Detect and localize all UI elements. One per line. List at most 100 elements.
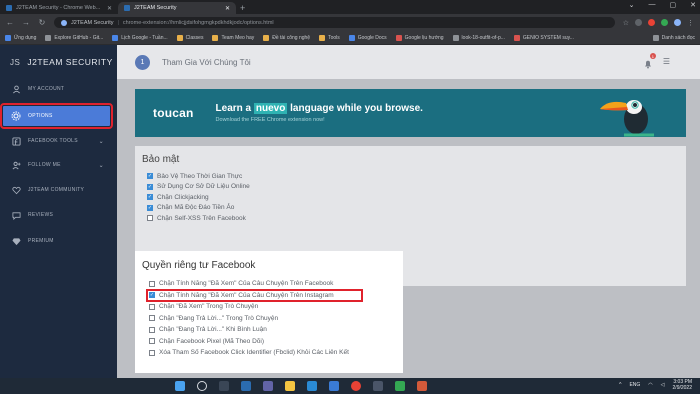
reload-icon[interactable]: ↻	[38, 18, 46, 27]
app-icon[interactable]	[395, 381, 405, 391]
sidebar-item-my-account[interactable]: MY ACCOUNT	[3, 79, 110, 99]
page-icon	[513, 34, 520, 41]
checkbox-label: Xóa Tham Số Facebook Click Identifier (F…	[159, 349, 349, 357]
checkbox-label: Chặn Facebook Pixel (Mã Theo Dõi)	[159, 337, 265, 345]
tab-strip: J2TEAM Security - Chrome Web... ✕ J2TEAM …	[0, 0, 700, 14]
checkbox-unchecked[interactable]	[149, 349, 155, 356]
close-icon[interactable]: ✕	[107, 5, 112, 12]
bookmark-item[interactable]: Google Docs	[348, 34, 387, 41]
checkbox-row[interactable]: ✓ Sử Dụng Cơ Sở Dữ Liệu Online	[147, 182, 686, 193]
sidebar-item-follow-me[interactable]: FOLLOW ME ⌄	[3, 155, 110, 175]
app-icon[interactable]	[417, 381, 427, 391]
checkbox-unchecked[interactable]	[149, 315, 155, 322]
banner-highlight: nuevo	[253, 103, 288, 114]
checkbox-unchecked[interactable]	[149, 303, 155, 310]
tray-chevron-icon[interactable]: ^	[619, 382, 621, 388]
notification-count: 1	[649, 53, 656, 59]
wifi-icon[interactable]: ◠	[648, 382, 652, 388]
checkbox-row[interactable]: ✓ Chặn Clickjacking	[147, 192, 686, 203]
file-explorer-icon[interactable]	[285, 381, 295, 391]
privacy-card: Quyền riêng tư Facebook Chặn Tính Năng "…	[135, 251, 403, 373]
checkbox-unchecked[interactable]	[147, 215, 153, 222]
back-icon[interactable]: ←	[6, 18, 14, 27]
close-window-icon[interactable]: ✕	[690, 1, 696, 9]
store-icon[interactable]	[329, 381, 339, 391]
bookmark-item[interactable]: Tools	[319, 34, 340, 41]
bookmark-item[interactable]: Classes	[176, 34, 203, 41]
toucan-ad-banner[interactable]: toucan Learn a nuevo language while you …	[135, 89, 686, 137]
chat-app-icon[interactable]	[263, 381, 273, 391]
sidebar-item-options[interactable]: OPTIONS	[0, 103, 113, 129]
bookmark-label: Tools	[328, 34, 340, 41]
bookmark-label: Ứng dụng	[14, 34, 37, 41]
bookmark-item[interactable]: Team Meo hay	[212, 34, 254, 41]
checkbox-row[interactable]: Chặn Tính Năng "Đã Xem" Của Câu Chuyện T…	[149, 278, 403, 290]
forward-icon[interactable]: →	[22, 18, 30, 27]
checkbox-row[interactable]: ✓ Bảo Vệ Theo Thời Gian Thực	[147, 171, 686, 182]
checkbox-unchecked[interactable]	[149, 326, 155, 333]
bookmark-item[interactable]: Explore GitHub - Git...	[45, 34, 103, 41]
join-link[interactable]: Tham Gia Với Chúng Tôi	[162, 58, 251, 67]
extension-icon[interactable]	[661, 18, 668, 26]
checkbox-row[interactable]: Chặn Self-XSS Trên Facebook	[147, 213, 686, 224]
minimize-icon[interactable]: —	[649, 1, 656, 9]
chrome-icon[interactable]	[351, 381, 361, 391]
clock[interactable]: 3:03 PM 2/9/2022	[673, 379, 692, 391]
checkbox-row[interactable]: Chặn "Đang Trả Lời..." Trong Trò Chuyện	[149, 313, 403, 325]
checkbox-row[interactable]: ✓ Chặn Mã Độc Đáo Tiền Ảo	[147, 203, 686, 214]
tab-search-icon[interactable]: ⌄	[629, 1, 635, 9]
bookmark-item[interactable]: Google lịu hướng	[395, 34, 444, 41]
checkbox-checked[interactable]: ✓	[147, 194, 153, 201]
sidebar-item-premium[interactable]: PREMIUM	[3, 231, 110, 251]
reading-list[interactable]: Danh sách đọc	[652, 34, 695, 41]
bookmark-item[interactable]: GENIO SYSTEM suy...	[513, 34, 574, 41]
notification-button[interactable]: 1	[643, 53, 656, 69]
new-tab-button[interactable]: +	[240, 2, 245, 14]
bookmark-item[interactable]: Đề tài công nghệ	[263, 34, 310, 41]
task-view-icon[interactable]	[219, 381, 229, 391]
tab-webstore[interactable]: J2TEAM Security - Chrome Web... ✕	[0, 2, 118, 14]
folder-icon	[176, 34, 183, 41]
sidebar-item-facebook-tools[interactable]: FACEBOOK TOOLS ⌄	[3, 131, 110, 151]
language-indicator[interactable]: ENG	[629, 382, 640, 388]
extension-icon[interactable]	[635, 18, 642, 26]
vscode-icon[interactable]	[307, 381, 317, 391]
menu-icon[interactable]: ⋮	[687, 19, 694, 27]
bookmark-star-icon[interactable]: ☆	[623, 19, 629, 27]
tab-j2team[interactable]: J2TEAM Security ✕	[118, 2, 236, 14]
top-header: 1 Tham Gia Với Chúng Tôi 1 ☰	[117, 45, 700, 79]
google-icon	[395, 34, 402, 41]
checkbox-row[interactable]: Xóa Tham Số Facebook Click Identifier (F…	[149, 347, 403, 359]
extension-icon[interactable]	[648, 18, 655, 26]
profile-avatar[interactable]	[674, 18, 681, 26]
widgets-icon[interactable]	[241, 381, 251, 391]
menu-icon[interactable]: ☰	[663, 57, 670, 66]
checkbox-label: Chặn Self-XSS Trên Facebook	[157, 214, 246, 222]
bookmark-item[interactable]: Lịch Google - Tuần...	[112, 34, 168, 41]
checkbox-checked[interactable]: ✓	[149, 292, 155, 299]
gear-icon	[11, 111, 21, 121]
checkbox-row[interactable]: Chặn "Đã Xem" Trong Trò Chuyện	[149, 301, 403, 313]
app-icon[interactable]	[373, 381, 383, 391]
header-actions: 1 ☰	[643, 53, 670, 69]
close-icon[interactable]: ✕	[225, 5, 230, 12]
volume-icon[interactable]: ◁	[661, 382, 665, 388]
address-bar[interactable]: J2TEAM Security | chrome-extension://hml…	[54, 17, 615, 28]
checkbox-row[interactable]: Chặn "Đang Trả Lời..." Khi Bình Luận	[149, 324, 403, 336]
bookmark-item[interactable]: Ứng dụng	[5, 34, 37, 41]
sidebar-item-community[interactable]: J2TEAM COMMUNITY	[3, 180, 110, 200]
chevron-down-icon: ⌄	[98, 138, 104, 145]
checkbox-unchecked[interactable]	[149, 338, 155, 345]
checkbox-row[interactable]: Chặn Facebook Pixel (Mã Theo Dõi)	[149, 336, 403, 348]
checkbox-checked[interactable]: ✓	[147, 183, 153, 190]
sidebar-item-reviews[interactable]: REVIEWS	[3, 205, 110, 225]
checkbox-checked[interactable]: ✓	[147, 173, 153, 180]
checkbox-row[interactable]: ✓ Chặn Tính Năng "Đã Xem" Của Câu Chuyện …	[146, 288, 363, 302]
checkbox-unchecked[interactable]	[149, 280, 155, 287]
bookmark-item[interactable]: look-18-outfit-of-p...	[452, 34, 505, 41]
checkbox-checked[interactable]: ✓	[147, 204, 153, 211]
windows-start-icon[interactable]	[175, 381, 185, 391]
maximize-icon[interactable]: ▢	[670, 1, 677, 9]
docs-icon	[348, 34, 355, 41]
search-icon[interactable]	[197, 381, 207, 391]
